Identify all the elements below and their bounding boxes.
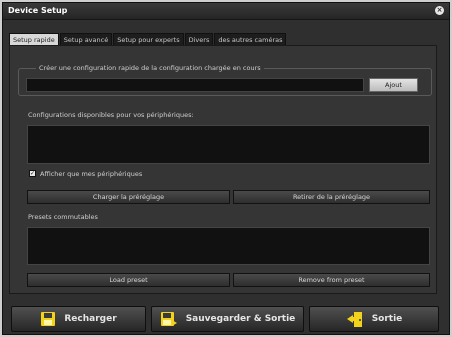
- save-exit-label: Sauvegarder & Sortie: [185, 314, 296, 324]
- add-button[interactable]: Ajout: [369, 78, 418, 92]
- configs-label: Configurations disponibles pour vos péri…: [28, 111, 194, 119]
- load-config-preset-button[interactable]: Charger la préréglage: [27, 190, 230, 204]
- window-title: Device Setup: [8, 6, 68, 15]
- door-exit-icon: [346, 310, 364, 328]
- exit-label: Sortie: [371, 314, 403, 324]
- floppy-exit-icon: [160, 311, 178, 327]
- quick-config-legend: Créer une configuration rapide de la con…: [36, 64, 264, 72]
- remove-from-preset-button[interactable]: Remove from preset: [233, 273, 430, 287]
- reload-button[interactable]: Recharger: [11, 306, 146, 332]
- tab-setup-rapide[interactable]: Setup rapide: [9, 33, 59, 45]
- title-bar: Device Setup ×: [3, 3, 449, 20]
- remove-config-preset-button[interactable]: Retirer de la préréglage: [233, 190, 430, 204]
- save-exit-button[interactable]: Sauvegarder & Sortie: [151, 306, 304, 332]
- close-button[interactable]: ×: [435, 6, 444, 15]
- presets-list[interactable]: [27, 227, 430, 265]
- load-preset-button[interactable]: Load preset: [27, 273, 230, 287]
- tab-bar: Setup rapide Setup avancé Setup pour exp…: [9, 33, 287, 45]
- tab-divers[interactable]: Divers: [184, 33, 214, 45]
- quick-config-name-input[interactable]: [26, 78, 364, 92]
- show-only-mine-checkbox[interactable]: ✓: [29, 170, 36, 177]
- check-icon: ✓: [30, 170, 36, 177]
- tab-autres-cameras[interactable]: des autres caméras: [214, 33, 287, 45]
- close-icon: ×: [436, 6, 443, 14]
- exit-button[interactable]: Sortie: [309, 306, 439, 332]
- show-only-mine-label: Afficher que mes périphériques: [40, 170, 143, 178]
- presets-label: Presets commutables: [28, 213, 98, 221]
- floppy-icon: [40, 311, 56, 327]
- tab-setup-avance[interactable]: Setup avancé: [59, 33, 113, 45]
- configs-list[interactable]: [27, 125, 430, 164]
- tab-setup-experts[interactable]: Setup pour experts: [113, 33, 184, 45]
- reload-label: Recharger: [64, 314, 117, 324]
